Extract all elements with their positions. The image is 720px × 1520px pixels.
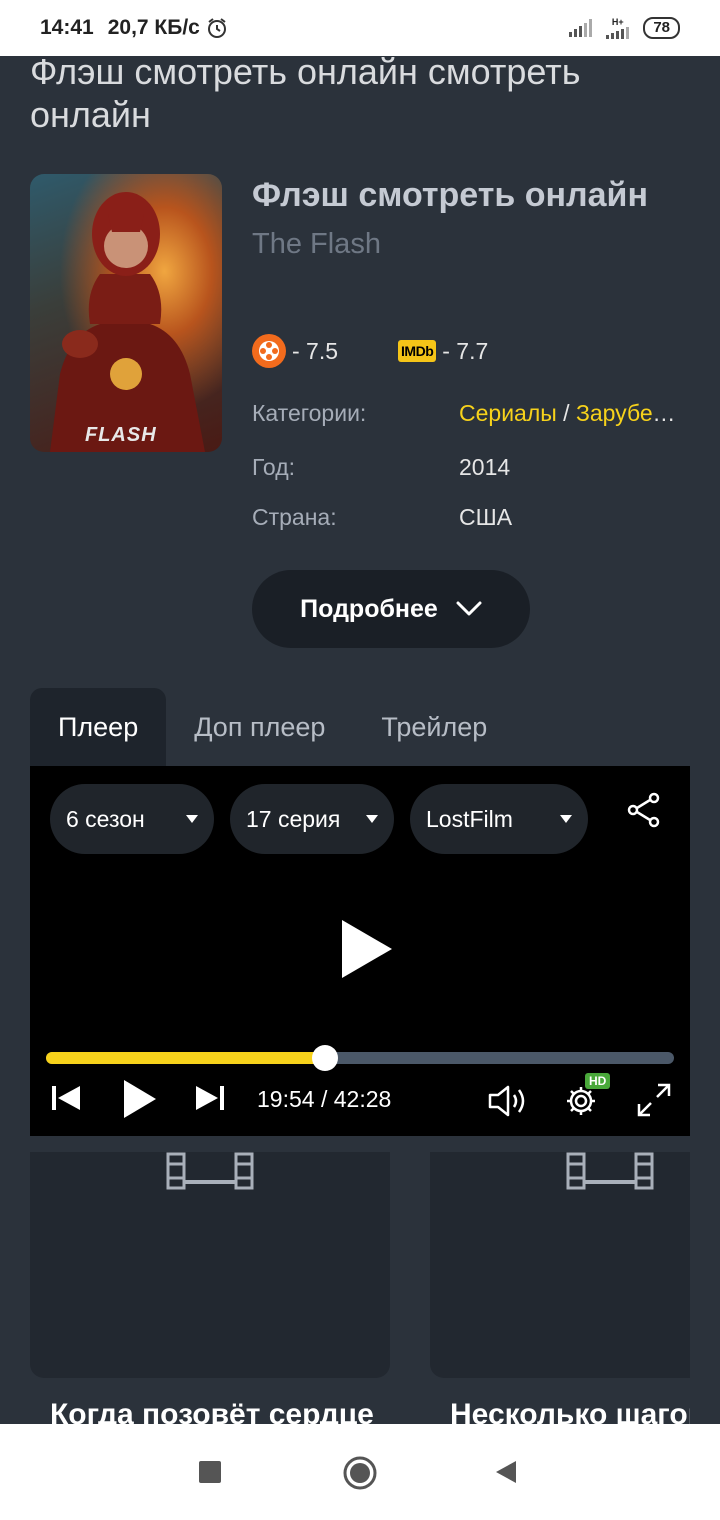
year-row: Год: 2014: [252, 454, 687, 481]
film-icon: [566, 1152, 654, 1190]
share-icon[interactable]: [626, 792, 662, 828]
episode-value: 17 серия: [246, 805, 341, 832]
kinopoisk-rating: - 7.5: [292, 337, 339, 364]
signal-icon: [569, 19, 593, 37]
voice-value: LostFilm: [426, 805, 513, 832]
imdb-rating: - 7.7: [442, 337, 489, 364]
network-type: H+: [611, 16, 624, 27]
tab-trailer[interactable]: Трейлер: [353, 688, 515, 766]
imdb-icon: IMDb: [398, 340, 437, 362]
play-icon[interactable]: [340, 918, 394, 980]
year-value: 2014: [459, 454, 511, 480]
system-nav-bar: [0, 1424, 720, 1520]
poster-logo: FLASH: [85, 424, 157, 446]
status-time: 14:41: [40, 16, 94, 39]
battery-indicator: 78: [643, 17, 680, 39]
year-label: Год:: [252, 454, 296, 480]
progress-bar[interactable]: [46, 1045, 674, 1071]
alarm-icon: [207, 18, 226, 38]
next-icon[interactable]: [194, 1082, 226, 1114]
related-card[interactable]: [30, 1152, 390, 1378]
recent-apps-icon[interactable]: [199, 1461, 221, 1483]
related-card[interactable]: [430, 1152, 690, 1378]
season-select[interactable]: 6 сезон: [50, 784, 214, 854]
home-icon[interactable]: [342, 1455, 378, 1496]
poster-image[interactable]: FLASH: [30, 174, 222, 452]
categories-label: Категории:: [252, 400, 367, 426]
play-icon[interactable]: [122, 1078, 158, 1120]
tab-extra-player[interactable]: Доп плеер: [166, 688, 353, 766]
tab-player[interactable]: Плеер: [30, 688, 167, 766]
season-value: 6 сезон: [66, 805, 145, 832]
more-details-label: Подробнее: [300, 594, 438, 623]
signal-icon: [606, 26, 630, 39]
fullscreen-icon[interactable]: [636, 1082, 672, 1118]
current-time: 19:54: [257, 1086, 315, 1112]
volume-icon[interactable]: [488, 1084, 532, 1118]
time-display: 19:54 / 42:28: [257, 1086, 392, 1112]
dropdown-caret-icon: [560, 815, 572, 823]
ratings: - 7.5 IMDb - 7.7: [252, 334, 488, 368]
hd-badge: HD: [585, 1073, 611, 1089]
movie-info: Флэш смотреть онлайн The Flash - 7.5 IMD…: [252, 174, 692, 530]
category-separator: /: [556, 400, 576, 426]
film-icon: [166, 1152, 254, 1190]
dropdown-caret-icon: [186, 815, 198, 823]
more-details-button[interactable]: Подробнее: [252, 570, 530, 648]
category-link[interactable]: Сериалы: [459, 400, 557, 426]
categories-row: Категории: Сериалы / Зарубежные сериалы: [252, 400, 687, 427]
status-bar: 14:41 20,7 КБ/с H+ 78: [0, 0, 720, 56]
status-speed: 20,7 КБ/с: [107, 16, 200, 39]
category-link[interactable]: Зарубежные сериалы: [576, 400, 687, 426]
settings-icon[interactable]: [564, 1084, 598, 1118]
country-label: Страна:: [252, 504, 337, 530]
back-icon[interactable]: [494, 1459, 518, 1490]
kinopoisk-icon: [252, 334, 286, 368]
duration: 42:28: [333, 1086, 392, 1112]
voice-select[interactable]: LostFilm: [410, 784, 588, 854]
original-title: The Flash: [252, 228, 381, 260]
video-player[interactable]: 6 сезон 17 серия LostFilm 19:54 / 42:28 …: [30, 766, 690, 1136]
player-tabs: Плеер Доп плеер Трейлер: [30, 688, 515, 766]
dropdown-caret-icon: [366, 815, 378, 823]
progress-knob[interactable]: [312, 1045, 339, 1071]
hero-figure-image: [50, 192, 205, 452]
chevron-down-icon: [456, 601, 482, 616]
prev-icon[interactable]: [50, 1082, 82, 1114]
progress-fill: [46, 1052, 326, 1064]
page-title: Флэш смотреть онлайн смотреть онлайн: [30, 51, 581, 135]
episode-select[interactable]: 17 серия: [230, 784, 394, 854]
movie-title: Флэш смотреть онлайн: [252, 176, 648, 214]
country-row: Страна: США: [252, 504, 687, 531]
country-value: США: [459, 504, 513, 530]
